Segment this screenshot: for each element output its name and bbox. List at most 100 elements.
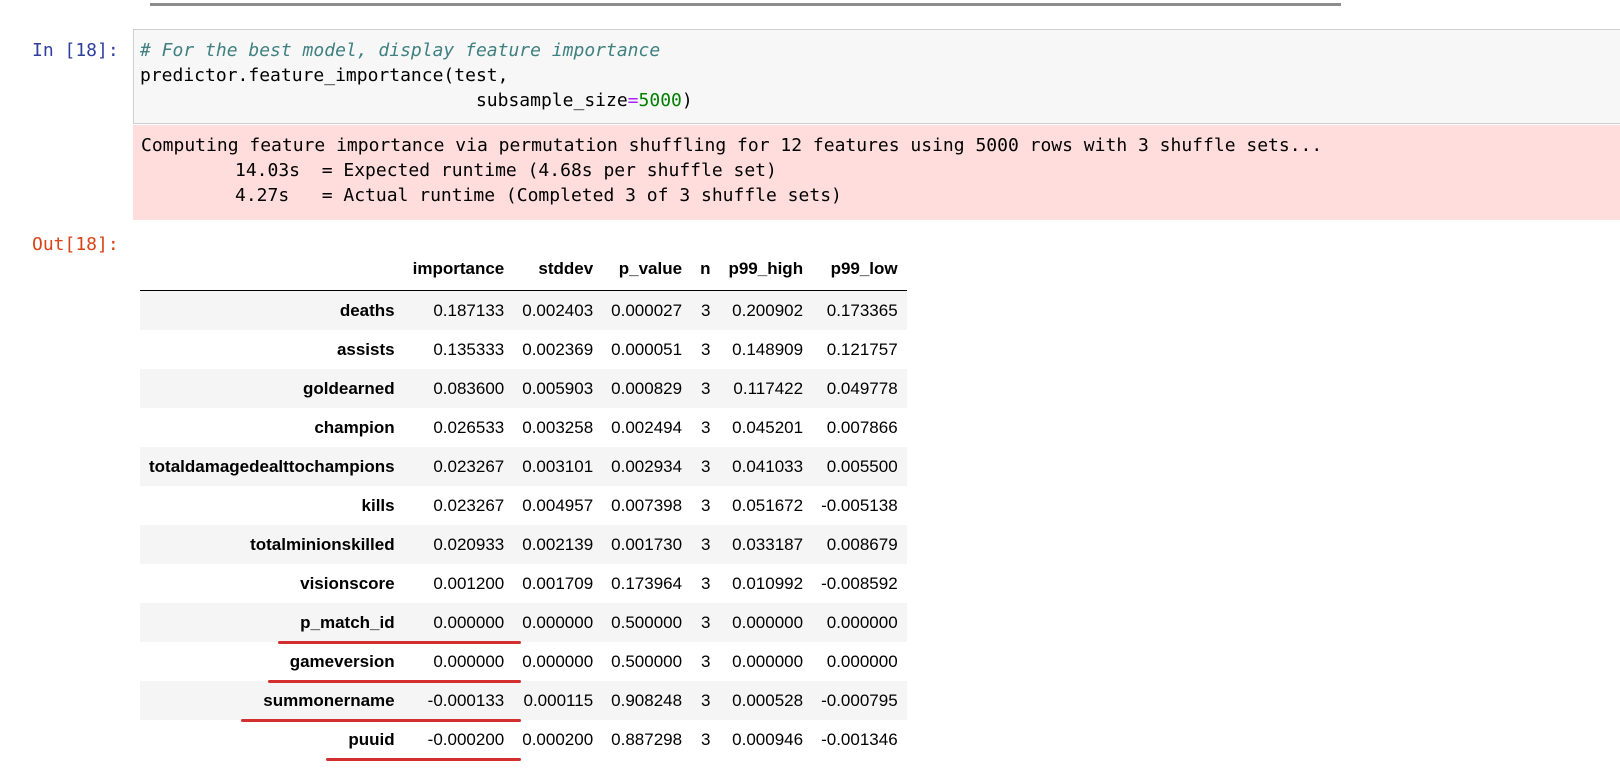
table-cell: 3 bbox=[700, 690, 711, 710]
table-cell: 3 bbox=[700, 534, 711, 554]
table-cell: 0.000000 bbox=[433, 651, 505, 671]
table-cell: 3 bbox=[700, 378, 711, 398]
table-cell: 0.049778 bbox=[826, 378, 898, 398]
table-cell: 0.007398 bbox=[611, 495, 683, 515]
table-cell: 0.908248 bbox=[611, 690, 683, 710]
table-cell: 0.000115 bbox=[523, 690, 594, 710]
table-cell: -0.005138 bbox=[821, 495, 898, 515]
table-cell: 0.020933 bbox=[433, 534, 505, 554]
table-cell: 3 bbox=[700, 300, 711, 320]
table-cell: 0.041033 bbox=[732, 456, 804, 476]
table-cell: 0.008679 bbox=[826, 534, 898, 554]
stderr-line: Computing feature importance via permuta… bbox=[141, 135, 1323, 156]
table-cell: 0.000051 bbox=[611, 339, 683, 359]
table-cell: 3 bbox=[700, 456, 711, 476]
table-cell: 0.002934 bbox=[611, 456, 683, 476]
row-label: puuid bbox=[348, 729, 395, 749]
table-cell: -0.000200 bbox=[427, 729, 505, 749]
table-cell: 3 bbox=[700, 495, 711, 515]
column-header: importance bbox=[403, 248, 514, 291]
table-cell: 0.004957 bbox=[522, 495, 594, 515]
table-cell: -0.001346 bbox=[821, 729, 898, 749]
annotation-underline bbox=[241, 719, 522, 722]
table-cell: 0.002139 bbox=[522, 534, 594, 554]
table-cell: 0.000027 bbox=[611, 300, 683, 320]
table-cell: 0.002403 bbox=[522, 300, 594, 320]
row-label: gameversion bbox=[289, 651, 395, 671]
row-label: summonername bbox=[263, 690, 395, 710]
table-cell: 0.003101 bbox=[522, 456, 594, 476]
table-cell: -0.000133 bbox=[427, 690, 505, 710]
table-cell: 0.000000 bbox=[522, 651, 594, 671]
table-cell: 3 bbox=[700, 612, 711, 632]
index-header bbox=[140, 248, 404, 291]
table-cell: 0.500000 bbox=[611, 612, 683, 632]
row-label: totalminionskilled bbox=[250, 534, 395, 554]
column-header: p_value bbox=[602, 248, 692, 291]
annotation-underline bbox=[278, 641, 522, 644]
table-row: kills 0.023267 0.004957 0.007398 3 0.051672 -0… bbox=[140, 486, 907, 525]
column-header: p99_low bbox=[812, 248, 907, 291]
horizontal-scrollbar[interactable] bbox=[150, 3, 1341, 6]
table-row: puuid -0.000200 0.000200 0.887298 3 0.000946-… bbox=[140, 720, 907, 759]
table-cell: 0.003258 bbox=[522, 417, 594, 437]
table-row: totaldamagedealttochampions 0.023267 0.003… bbox=[140, 447, 907, 486]
code-arg: subsample_size bbox=[475, 90, 628, 111]
table-row: champion 0.026533 0.003258 0.002494 3 0.04520… bbox=[140, 408, 907, 447]
code-cell[interactable]: # For the best model, display feature im… bbox=[133, 29, 1620, 124]
table-cell: 3 bbox=[700, 573, 711, 593]
table-cell: 0.000000 bbox=[433, 612, 505, 632]
row-label: assists bbox=[336, 339, 395, 359]
table-row: visionscore 0.001200 0.001709 0.173964 3 0.01… bbox=[140, 564, 907, 603]
table-cell: 0.026533 bbox=[433, 417, 505, 437]
row-label: p_match_id bbox=[300, 612, 395, 632]
table-cell: 0.045201 bbox=[732, 417, 804, 437]
table-cell: 0.148909 bbox=[732, 339, 804, 359]
feature-importance-table: importance stddev p_value n p99_high p99… bbox=[140, 248, 907, 759]
table-row: p_match_id 0.000000 0.000000 0.500000 3 0.000… bbox=[140, 603, 907, 642]
table-cell: 0.117422 bbox=[733, 378, 804, 398]
table-cell: 0.010992 bbox=[732, 573, 804, 593]
table-cell: 0.051672 bbox=[732, 495, 804, 515]
column-header: p99_high bbox=[719, 248, 813, 291]
table-cell: 0.002494 bbox=[611, 417, 683, 437]
table-cell: 0.000829 bbox=[611, 378, 683, 398]
table-cell: 3 bbox=[700, 729, 711, 749]
table-cell: 0.187133 bbox=[433, 300, 505, 320]
table-cell: 0.000200 bbox=[522, 729, 594, 749]
table-cell: 0.500000 bbox=[611, 651, 683, 671]
table-cell: 0.033187 bbox=[732, 534, 804, 554]
table-cell: 0.135333 bbox=[433, 339, 505, 359]
table-cell: 0.000000 bbox=[732, 651, 804, 671]
table-row: gameversion 0.000000 0.000000 0.500000 3 0.00… bbox=[140, 642, 907, 681]
table-cell: 0.005903 bbox=[522, 378, 594, 398]
output-prompt: Out[18]: bbox=[32, 234, 119, 255]
code-comment: # For the best model, display feature im… bbox=[140, 40, 661, 61]
table-cell: 0.000000 bbox=[732, 612, 804, 632]
table-header-row: importance stddev p_value n p99_high p99… bbox=[140, 248, 907, 291]
table-cell: 0.001709 bbox=[522, 573, 594, 593]
row-label: kills bbox=[361, 495, 395, 515]
table-cell: 0.007866 bbox=[826, 417, 898, 437]
table-cell: 3 bbox=[700, 417, 711, 437]
table-cell: 0.000946 bbox=[732, 729, 804, 749]
row-label: visionscore bbox=[300, 573, 395, 593]
code-number: 5000 bbox=[638, 90, 682, 111]
table-row: totalminionskilled 0.020933 0.002139 0.0017… bbox=[140, 525, 907, 564]
annotation-underline bbox=[326, 758, 522, 761]
table-cell: 0.173365 bbox=[826, 300, 898, 320]
stderr-output: Computing feature importance via permuta… bbox=[133, 125, 1620, 220]
column-header: stddev bbox=[513, 248, 603, 291]
table-cell: -0.000795 bbox=[821, 690, 898, 710]
stderr-line: 14.03s = Expected runtime (4.68s per shu… bbox=[235, 160, 777, 181]
table-row: deaths 0.187133 0.002403 0.000027 3 0.200902 0… bbox=[140, 290, 907, 330]
table-cell: 0.200902 bbox=[732, 300, 804, 320]
table-row: goldearned 0.083600 0.005903 0.000829 3 0.117… bbox=[140, 369, 907, 408]
table-cell: 0.000000 bbox=[826, 612, 898, 632]
table-cell: 0.001730 bbox=[611, 534, 683, 554]
code-editor[interactable]: # For the best model, display feature im… bbox=[140, 38, 693, 113]
code-operator: = bbox=[627, 90, 639, 111]
table-cell: 3 bbox=[700, 651, 711, 671]
table-cell: 0.173964 bbox=[611, 573, 683, 593]
